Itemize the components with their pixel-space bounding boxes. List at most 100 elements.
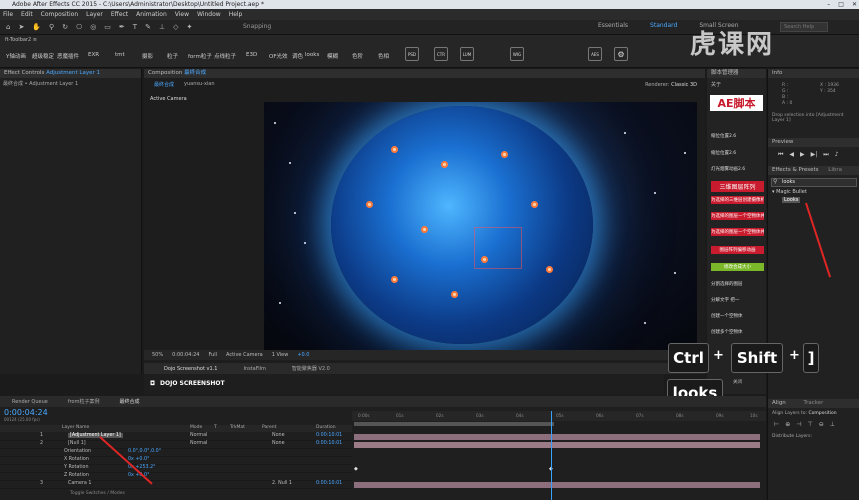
- timeline-layer-row[interactable]: 2 [Null 1] Normal None 0:00:10:01: [0, 441, 352, 449]
- layer-bar-adjustment[interactable]: [354, 434, 760, 440]
- tab-render-queue[interactable]: Render Queue: [12, 399, 48, 405]
- tb2-wig-button[interactable]: WIG: [510, 47, 524, 61]
- tab-final-comp[interactable]: 最终合成: [119, 398, 139, 405]
- tb2-plexus[interactable]: 点线粒子: [214, 52, 236, 60]
- menu-view[interactable]: View: [175, 11, 189, 18]
- timeline-layer-row[interactable]: 1 [Adjustment Layer 1] Normal None 0:00:…: [0, 433, 352, 441]
- tb2-exr[interactable]: EXR: [88, 52, 99, 58]
- layer-mode[interactable]: Normal: [190, 441, 207, 446]
- tb2-lum-button[interactable]: LUM: [460, 47, 474, 61]
- prev-frame-icon[interactable]: ◀: [789, 151, 794, 159]
- camera-tool-icon[interactable]: ⎔: [76, 23, 82, 31]
- gear-icon[interactable]: ⚙: [614, 47, 628, 61]
- tab-instafilm[interactable]: InstaFilm: [243, 366, 265, 372]
- script-item[interactable]: 为选择的三维层创建摄像机: [711, 196, 764, 204]
- keyframe-icon[interactable]: ◆: [354, 466, 358, 472]
- eraser-tool-icon[interactable]: ◇: [173, 23, 178, 31]
- maximize-icon[interactable]: □: [838, 0, 844, 9]
- menu-layer[interactable]: Layer: [86, 11, 103, 18]
- text-tool-icon[interactable]: T: [133, 23, 137, 31]
- tb2-demon-plugin[interactable]: 恶魔插件: [57, 52, 79, 60]
- rotate-tool-icon[interactable]: ↻: [62, 23, 68, 31]
- play-icon[interactable]: ▶: [800, 151, 805, 159]
- effects-search-input[interactable]: looks: [771, 178, 857, 187]
- audio-icon[interactable]: ♪: [835, 151, 839, 159]
- tb2-form[interactable]: form粒子: [188, 52, 212, 60]
- script-manager-title[interactable]: 脚本管理器: [707, 69, 766, 78]
- renderer-value[interactable]: Classic 3D: [671, 82, 697, 88]
- script-item[interactable]: 为选择的图层一个空物体并父子链接: [711, 228, 764, 236]
- script-about[interactable]: 关于: [707, 78, 766, 91]
- effect-controls-title[interactable]: Effect Controls: [4, 70, 44, 76]
- effects-folder-magic-bullet[interactable]: ▾ Magic Bullet: [772, 189, 807, 195]
- script-item[interactable]: 创建多个空物体: [711, 329, 764, 335]
- tb2-psd-button[interactable]: PSD: [405, 47, 419, 61]
- timeline-timecode[interactable]: 0:00:04:24: [4, 408, 48, 417]
- menu-effect[interactable]: Effect: [111, 11, 128, 18]
- script-item[interactable]: 分解文字 把一: [711, 297, 764, 303]
- align-bottom-icon[interactable]: ⊥: [830, 421, 835, 428]
- script-item[interactable]: 缩位位置2.6: [711, 150, 764, 156]
- layer-bar-null[interactable]: [354, 442, 760, 448]
- tb2-tmt[interactable]: tmt: [115, 52, 125, 58]
- layer-duration[interactable]: 0:00:10:01: [316, 433, 342, 438]
- tb2-ctr-button[interactable]: CTR: [434, 47, 448, 61]
- tb2-looks[interactable]: looks: [305, 52, 319, 58]
- preview-panel-title[interactable]: Preview: [768, 138, 859, 147]
- tab-dojo-screenshot[interactable]: Dojo Screenshot v1.1: [164, 366, 217, 372]
- timeline-property-row[interactable]: Z Rotation 0x +0.0°: [0, 473, 352, 481]
- layer-name[interactable]: [Null 1]: [68, 441, 86, 446]
- current-time[interactable]: 0:00:04:24: [172, 352, 199, 358]
- menu-edit[interactable]: Edit: [21, 11, 33, 18]
- tb2-levels[interactable]: 色阶: [352, 52, 363, 60]
- libraries-tab[interactable]: Libra: [828, 167, 842, 173]
- layer-parent[interactable]: None: [272, 433, 285, 438]
- info-panel-title[interactable]: Info: [768, 69, 859, 78]
- layer-name[interactable]: Camera 1: [68, 481, 91, 486]
- playhead[interactable]: [551, 411, 552, 500]
- effects-presets-title[interactable]: Effects & Presets: [772, 167, 819, 173]
- script-item[interactable]: 三维图层阵列: [711, 181, 764, 192]
- composition-viewer[interactable]: [264, 102, 697, 350]
- tb2-camera[interactable]: 摄影: [142, 52, 153, 60]
- comp-tab-final[interactable]: 最终合成: [154, 81, 174, 88]
- workspace-standard[interactable]: Standard: [650, 22, 677, 29]
- layer-parent[interactable]: None: [272, 441, 285, 446]
- tab-from-particles[interactable]: from粒子案例: [68, 398, 100, 405]
- tb2-blur[interactable]: 模糊: [327, 52, 338, 60]
- minimize-icon[interactable]: –: [827, 0, 830, 9]
- align-title[interactable]: Align: [772, 400, 786, 406]
- comp-tab-yuansu[interactable]: yuansu-xian: [184, 81, 215, 88]
- tb2-particles[interactable]: 粒子: [167, 52, 178, 60]
- align-to-select[interactable]: Composition: [809, 411, 837, 416]
- script-item[interactable]: 图层阵列偏移动画: [711, 246, 764, 254]
- align-hcenter-icon[interactable]: ⊕: [785, 421, 790, 428]
- home-icon[interactable]: ⌂: [6, 23, 10, 31]
- property-value[interactable]: 0.0°,0.0°,0.0°: [128, 449, 161, 454]
- layer-mode[interactable]: Normal: [190, 433, 207, 438]
- script-item[interactable]: 修改合成大小: [711, 263, 764, 271]
- camera-select[interactable]: Active Camera: [226, 352, 263, 358]
- align-vcenter-icon[interactable]: ⊖: [819, 421, 824, 428]
- menu-file[interactable]: File: [3, 11, 13, 18]
- exposure-value[interactable]: +0.0: [297, 352, 309, 358]
- menu-animation[interactable]: Animation: [136, 11, 167, 18]
- work-area-bar[interactable]: [354, 422, 554, 426]
- selection-tool-icon[interactable]: ➤: [18, 23, 24, 31]
- snapping-label[interactable]: Snapping: [243, 23, 271, 30]
- search-help-input[interactable]: Search Help: [780, 22, 828, 32]
- timeline-layer-row[interactable]: 3 Camera 1 2. Null 1 0:00:10:01: [0, 481, 352, 489]
- align-right-icon[interactable]: ⊣: [796, 421, 801, 428]
- tb2-hue[interactable]: 色相: [378, 52, 389, 60]
- toggle-switches-modes[interactable]: Toggle Switches / Modes: [70, 491, 125, 496]
- layer-duration[interactable]: 0:00:10:01: [316, 441, 342, 446]
- effect-result-looks[interactable]: Looks: [782, 197, 801, 203]
- tb2-stabilize[interactable]: 超级稳定: [32, 52, 54, 60]
- timeline-property-row[interactable]: Orientation 0.0°,0.0°,0.0°: [0, 449, 352, 457]
- hand-tool-icon[interactable]: ✋: [32, 23, 41, 31]
- tb2-y-axis[interactable]: Y轴动画: [6, 52, 26, 60]
- first-frame-icon[interactable]: ⏮: [778, 151, 783, 159]
- align-left-icon[interactable]: ⊢: [774, 421, 779, 428]
- menu-composition[interactable]: Composition: [41, 11, 78, 18]
- script-item[interactable]: 创建一个空物体: [711, 313, 764, 319]
